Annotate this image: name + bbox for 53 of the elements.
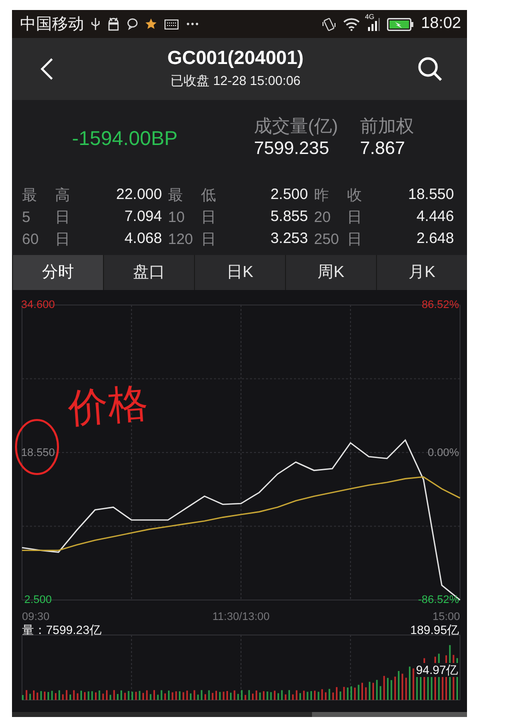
volume-total: 量：7599.23亿	[22, 623, 102, 637]
stat-value: 4.446	[415, 208, 455, 227]
stat-label: 最 低	[168, 186, 216, 205]
time-label: 09:30	[22, 610, 50, 624]
stat-value: 18.550	[407, 186, 455, 205]
chart-tab[interactable]: 分时	[12, 255, 103, 290]
stat-value: 4.068	[123, 230, 163, 249]
figure-value: 7599.235	[254, 138, 330, 159]
stat-label: 250 日	[314, 230, 362, 249]
header-title: GC001(204001)	[167, 48, 304, 70]
volume-scale-label: 94.97亿	[414, 663, 459, 677]
more-dots-icon	[186, 22, 199, 26]
y-axis-label: 18.550	[20, 446, 56, 460]
stat-value: 5.855	[269, 208, 309, 227]
stat-value: 22.000	[115, 186, 163, 205]
wifi-icon	[342, 17, 360, 31]
carrier-name: 中国移动	[20, 14, 84, 34]
stat-value: 2.500	[269, 186, 309, 205]
stat-label: 昨 收	[314, 186, 362, 205]
clock-time: 18:02	[420, 15, 461, 33]
signal-icon	[366, 18, 380, 30]
star-icon	[145, 18, 157, 30]
stat-label: 最 高	[22, 186, 70, 205]
vibrate-icon	[322, 16, 336, 32]
android-icon	[107, 17, 120, 31]
handwritten-note: 价格	[66, 381, 150, 431]
figure-value: 7.867	[360, 138, 406, 159]
stat-label: 120 日	[168, 230, 216, 249]
volume-scale-label: 189.95亿	[410, 623, 459, 637]
time-label: 11:30/13:00	[212, 610, 270, 624]
stat-label: 5 日	[22, 208, 70, 227]
usb-icon	[91, 17, 100, 31]
y-axis-label: 34.600	[20, 298, 56, 312]
keyboard-icon	[164, 18, 179, 30]
price-change: -1594.00BP	[72, 128, 178, 150]
search-icon	[417, 56, 443, 82]
circle-annotation	[15, 419, 59, 475]
figure-label: 前加权	[360, 115, 414, 138]
stat-value: 3.253	[269, 230, 309, 249]
stat-label: 60 日	[22, 230, 70, 249]
stat-value: 7.094	[123, 208, 163, 227]
figure-label: 成交量(亿)	[254, 115, 338, 138]
battery-icon	[386, 18, 414, 30]
y-axis-label: 2.500	[23, 593, 53, 607]
time-label: 15:00	[432, 610, 460, 624]
stat-label: 10 日	[168, 208, 216, 227]
percent-label: 0.00%	[428, 446, 459, 460]
chat-bubble-icon	[127, 18, 138, 30]
stat-value: 2.648	[415, 230, 455, 249]
header-subtitle: 已收盘 12-28 15:00:06	[170, 72, 301, 90]
percent-label: -86.52%	[418, 593, 459, 607]
stat-label: 20 日	[314, 208, 362, 227]
percent-label: 86.52%	[422, 298, 459, 312]
